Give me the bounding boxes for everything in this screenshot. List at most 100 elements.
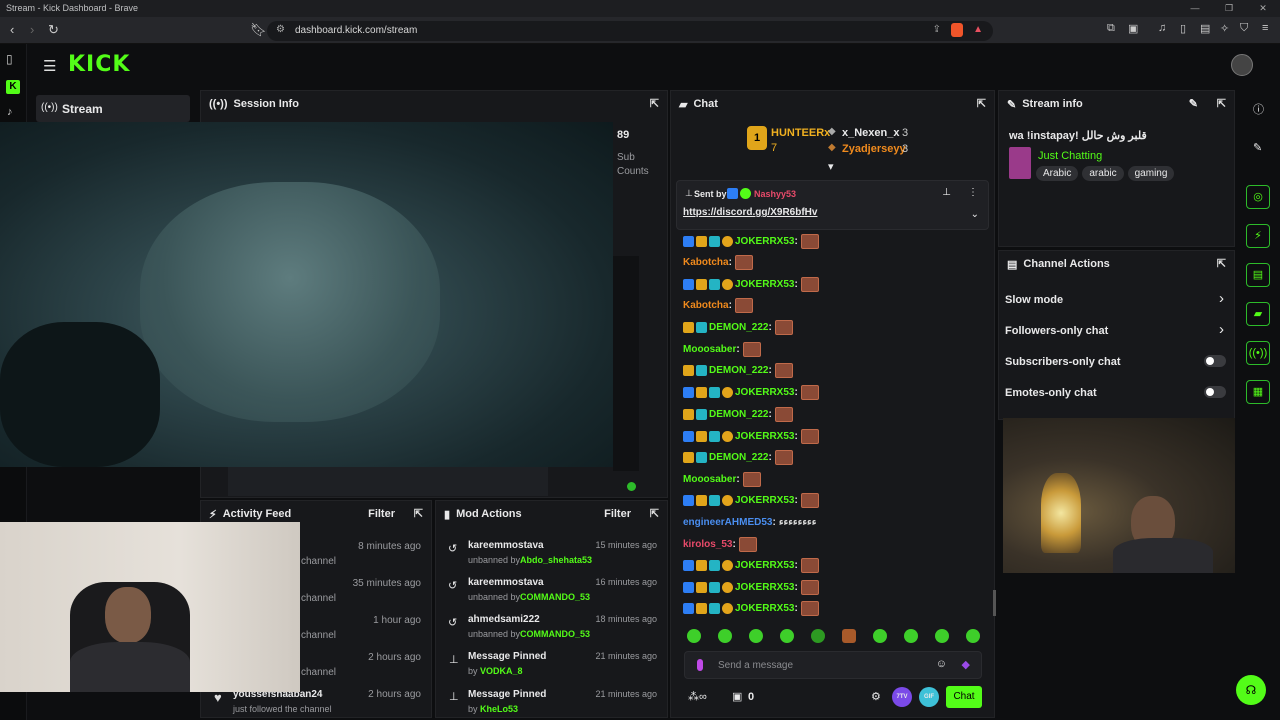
more-icon[interactable]: ⋮ [968,187,978,198]
share-icon[interactable]: ⇪ [933,24,941,35]
unpin-icon[interactable]: ⊥ [942,187,951,198]
emote-icon[interactable] [842,629,856,643]
filter-button[interactable]: Filter [368,508,395,520]
chat-input[interactable]: Send a message ☺ ◆ [684,651,982,679]
close-icon[interactable]: ✕ [1246,0,1280,17]
chevron-right-icon[interactable]: › [1219,321,1224,338]
filter-button[interactable]: Filter [604,508,631,520]
scrollbar[interactable] [993,590,996,616]
followers-only-label[interactable]: Followers-only chat [1005,325,1108,337]
chat-username[interactable]: JOKERRX53 [735,236,794,247]
mic-icon[interactable] [697,659,703,671]
edit-icon[interactable]: ✎ [1189,97,1198,110]
site-info-icon[interactable]: ⚙ [276,24,285,35]
gif-button[interactable]: GIF [919,687,939,707]
chat-username[interactable]: JOKERRX53 [735,495,794,506]
emote-icon[interactable] [811,629,825,643]
tiktok-icon[interactable]: ♪ [7,106,13,118]
chat-username[interactable]: DEMON_222 [709,409,768,420]
chat-username[interactable]: engineerAHMED53 [683,517,772,528]
rewards-icon[interactable]: ▲ [973,24,983,35]
chat-username[interactable]: JOKERRX53 [735,603,794,614]
bookmark-icon[interactable]: 🔖︎ [250,22,267,38]
category-name[interactable]: Just Chatting [1038,150,1102,162]
chat-username[interactable]: Kabotcha [683,300,729,311]
popout-icon[interactable]: ⇱ [414,507,423,520]
chat-username[interactable]: JOKERRX53 [735,582,794,593]
reload-icon[interactable]: ↻ [48,22,59,38]
points-icon[interactable]: ⁂∞ [688,690,707,703]
emoji-icon[interactable]: ☺ [936,658,947,670]
chat-button[interactable]: ▰ [1246,302,1270,326]
emote-icon[interactable] [935,629,949,643]
chat-username[interactable]: JOKERRX53 [735,431,794,442]
leaderboard-name[interactable]: HUNTEERx [771,127,830,139]
mod-action-by[interactable]: COMMANDO_53 [520,592,590,602]
emote-icon[interactable] [687,629,701,643]
wallet2-icon[interactable]: ▤ [1200,22,1210,35]
emote-icon[interactable] [780,629,794,643]
popout-icon[interactable]: ⇱ [650,507,659,520]
mod-action-by[interactable]: KheLo53 [480,704,518,714]
chat-username[interactable]: JOKERRX53 [735,279,794,290]
popout-icon[interactable]: ⇱ [977,97,986,110]
collapse-icon[interactable]: ▾ [828,160,834,173]
kick-tab-icon[interactable]: K [6,80,20,94]
forward-icon[interactable]: › [30,22,34,37]
popout-icon[interactable]: ⇱ [1217,97,1226,110]
mod-action-by[interactable]: COMMANDO_53 [520,629,590,639]
kick-emote-icon[interactable]: ◆ [962,658,970,671]
kick-logo[interactable]: KICK [68,52,130,77]
broadcast-button[interactable]: ((•)) [1246,341,1270,365]
7tv-button[interactable]: 7TV [892,687,912,707]
leaderboard-name[interactable]: Zyadjerseyy [842,143,906,155]
maximize-icon[interactable]: ❐ [1212,0,1246,17]
send-chat-button[interactable]: Chat [946,686,982,708]
chevron-down-icon[interactable]: ⌄ [971,209,979,220]
address-bar[interactable]: ⚙ dashboard.kick.com/stream ⇪ ▲ [267,21,993,41]
chat-username[interactable]: Kabotcha [683,257,729,268]
minimize-icon[interactable]: — [1178,0,1212,17]
avatar[interactable] [1231,54,1253,76]
sidebar-panel-icon[interactable]: ▯ [6,52,13,66]
layout-button[interactable]: ▦ [1246,380,1270,404]
subscribers-only-toggle[interactable] [1204,355,1226,367]
back-icon[interactable]: ‹ [10,22,14,37]
emote-icon[interactable] [966,629,980,643]
leaderboard-name[interactable]: x_Nexen_x [842,127,900,139]
emote-icon[interactable] [718,629,732,643]
wallet-icon[interactable]: ▣ [1128,22,1138,35]
chat-username[interactable]: kirolos_53 [683,539,732,550]
info-icon[interactable]: ⓘ [1253,101,1264,117]
emote-icon[interactable] [904,629,918,643]
hamburger-menu-icon[interactable]: ☰ [43,57,56,75]
brave-shields-icon[interactable] [951,23,963,37]
menu-icon[interactable]: ≡ [1262,22,1268,34]
support-button[interactable]: ☊ [1236,675,1266,705]
sidebar-item-stream[interactable]: ((•)) Stream [36,95,190,122]
bolt-button[interactable]: ⚡︎ [1246,224,1270,248]
camera-button[interactable]: ◎ [1246,185,1270,209]
sidebar-toggle-icon[interactable]: ▯ [1180,22,1186,35]
chat-username[interactable]: Mooosaber [683,344,736,355]
popout-icon[interactable]: ⇱ [1217,257,1226,270]
chat-username[interactable]: JOKERRX53 [735,387,794,398]
leo-icon[interactable]: ✧ [1220,22,1229,35]
emote-icon[interactable] [873,629,887,643]
emotes-only-toggle[interactable] [1204,386,1226,398]
slow-mode-label[interactable]: Slow mode [1005,294,1063,306]
extensions-icon[interactable]: ⧉ [1107,22,1115,35]
popout-icon[interactable]: ⇱ [650,97,659,110]
mod-action-by[interactable]: VODKA_8 [480,666,523,676]
chat-username[interactable]: JOKERRX53 [735,560,794,571]
pinned-link[interactable]: https://discord.gg/X9R6bfHv [683,207,817,218]
pencil-icon[interactable]: ✎ [1253,141,1262,154]
chevron-right-icon[interactable]: › [1219,290,1224,307]
music-icon[interactable]: ♫ [1158,22,1166,34]
emote-icon[interactable] [749,629,763,643]
document-button[interactable]: ▤ [1246,263,1270,287]
chat-username[interactable]: DEMON_222 [709,322,768,333]
pinned-user[interactable]: Nashyy53 [754,189,796,199]
chat-username[interactable]: DEMON_222 [709,365,768,376]
mod-action-by[interactable]: Abdo_shehata53 [520,555,592,565]
